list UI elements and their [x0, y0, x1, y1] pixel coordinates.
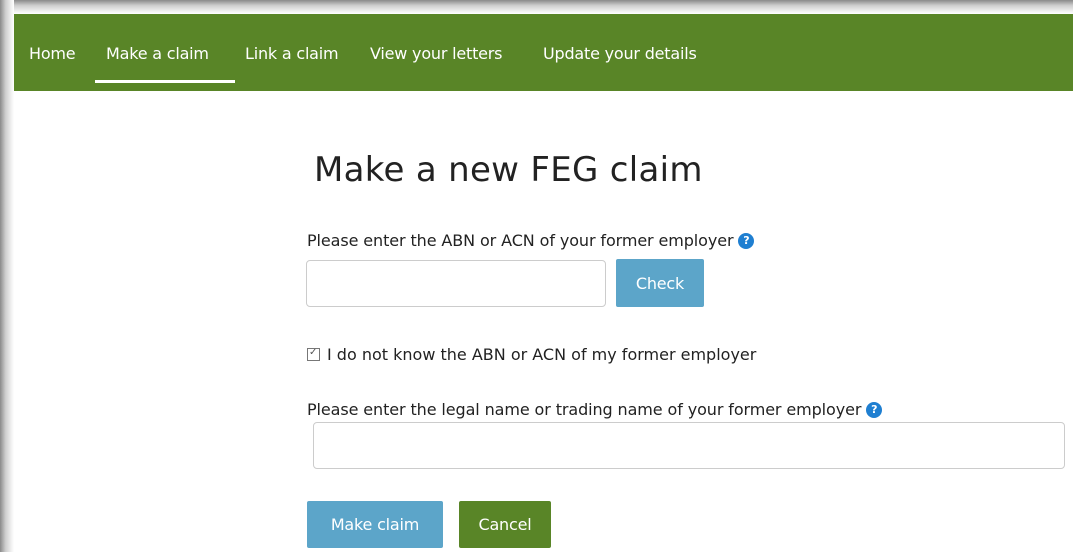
- window-shadow-left: [0, 0, 14, 552]
- question-circle-icon[interactable]: ?: [866, 401, 883, 418]
- nav-item-update-your-details[interactable]: Update your details: [543, 44, 697, 63]
- window-shadow-top: [0, 0, 1073, 14]
- question-circle-icon[interactable]: ?: [738, 232, 755, 249]
- nav-item-home[interactable]: Home: [29, 44, 76, 63]
- abn-input[interactable]: [306, 260, 606, 307]
- abn-label: Please enter the ABN or ACN of your form…: [307, 231, 755, 250]
- legal-name-label: Please enter the legal name or trading n…: [307, 400, 883, 419]
- cancel-button[interactable]: Cancel: [459, 501, 551, 548]
- legal-name-label-text: Please enter the legal name or trading n…: [307, 400, 862, 419]
- nav-item-view-your-letters[interactable]: View your letters: [370, 44, 503, 63]
- make-claim-button[interactable]: Make claim: [307, 501, 443, 548]
- dont-know-abn-label[interactable]: I do not know the ABN or ACN of my forme…: [327, 345, 756, 364]
- active-nav-indicator: [95, 80, 235, 83]
- abn-label-text: Please enter the ABN or ACN of your form…: [307, 231, 734, 250]
- page-title: Make a new FEG claim: [314, 150, 703, 190]
- checkmark-icon: ✓: [309, 347, 318, 358]
- top-navbar: Home Make a claim Link a claim View your…: [14, 14, 1073, 91]
- legal-name-input[interactable]: [313, 422, 1065, 469]
- dont-know-abn-row: ✓ I do not know the ABN or ACN of my form…: [307, 345, 756, 364]
- nav-item-make-a-claim[interactable]: Make a claim: [106, 44, 209, 63]
- nav-item-link-a-claim[interactable]: Link a claim: [245, 44, 339, 63]
- dont-know-abn-checkbox[interactable]: ✓: [307, 347, 320, 361]
- check-button[interactable]: Check: [616, 259, 704, 307]
